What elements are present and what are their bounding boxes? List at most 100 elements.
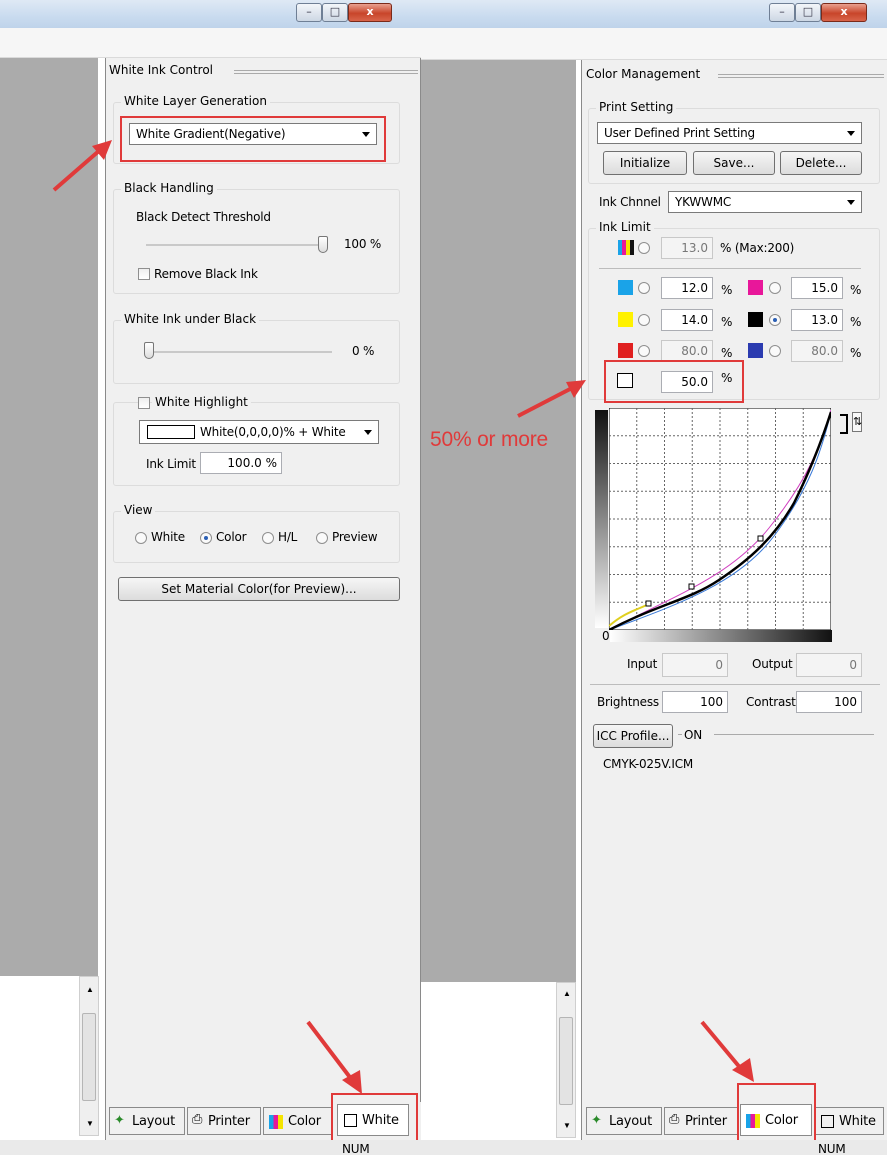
- scroll-thumb[interactable]: [82, 1013, 96, 1101]
- view-option-label: White: [151, 530, 185, 544]
- delete-button[interactable]: Delete...: [780, 151, 862, 175]
- view-color-radio[interactable]: [200, 532, 212, 544]
- minimize-button[interactable]: –: [296, 3, 322, 22]
- color-management-panel: Color Management Print Setting User Defi…: [581, 60, 887, 1140]
- view-hl-radio[interactable]: [262, 532, 274, 544]
- view-preview-radio[interactable]: [316, 532, 328, 544]
- white-tab-highlight: [331, 1093, 418, 1143]
- icc-rule: [714, 734, 874, 735]
- output-label: Output: [752, 657, 793, 671]
- printer-icon: ⎙: [669, 1112, 680, 1127]
- red-radio[interactable]: [638, 345, 650, 357]
- white-square-icon: [821, 1115, 834, 1128]
- white-layer-highlight: [120, 116, 386, 162]
- yellow-limit-field[interactable]: 14.0: [661, 309, 713, 331]
- cyan-limit-field[interactable]: 12.0: [661, 277, 713, 299]
- set-material-color-button[interactable]: Set Material Color(for Preview)...: [118, 577, 400, 601]
- close-button[interactable]: x: [821, 3, 867, 22]
- cyan-radio[interactable]: [638, 282, 650, 294]
- scroll-thumb[interactable]: [559, 1017, 573, 1105]
- menu-bar: [421, 28, 887, 60]
- vertical-scrollbar[interactable]: ▲ ▼: [556, 982, 576, 1138]
- icc-state: ON: [684, 728, 703, 742]
- link-curves-icon[interactable]: ⇅: [840, 410, 866, 440]
- color-bars-icon: [269, 1115, 283, 1129]
- threshold-slider-track[interactable]: [146, 244, 326, 246]
- pct-label: %: [721, 315, 733, 329]
- ink-channel-select[interactable]: YKWWMC: [668, 191, 862, 213]
- black-handling-legend: Black Handling: [121, 181, 217, 195]
- scroll-down-arrow[interactable]: ▼: [86, 1119, 94, 1128]
- threshold-value: 100 %: [344, 237, 382, 251]
- white-limit-highlight: [604, 360, 744, 403]
- brightness-field[interactable]: 100: [662, 691, 728, 713]
- black-swatch: [748, 312, 763, 327]
- pct-label: %: [850, 346, 862, 360]
- contrast-field[interactable]: 100: [796, 691, 862, 713]
- tab-layout[interactable]: ✦ Layout: [586, 1107, 662, 1135]
- input-value-field[interactable]: 0: [662, 653, 728, 677]
- right-status-num: NUM: [818, 1142, 846, 1156]
- ink-separator: [599, 268, 861, 269]
- chevron-down-icon: [847, 131, 855, 136]
- magenta-limit-field[interactable]: 15.0: [791, 277, 843, 299]
- scroll-down-arrow[interactable]: ▼: [563, 1121, 571, 1130]
- title-rule: [234, 70, 418, 74]
- icc-profile-button[interactable]: ICC Profile...: [593, 724, 673, 748]
- output-value-field[interactable]: 0: [796, 653, 862, 677]
- white-under-black-value: 0 %: [352, 344, 375, 358]
- total-ink-radio[interactable]: [638, 242, 650, 254]
- white-under-black-thumb[interactable]: [144, 342, 154, 359]
- arrow-to-white-layer: [52, 140, 112, 192]
- black-radio[interactable]: [769, 314, 781, 326]
- maximize-button[interactable]: □: [322, 3, 348, 22]
- minimize-button[interactable]: –: [769, 3, 795, 22]
- yellow-radio[interactable]: [638, 314, 650, 326]
- tone-curve-graph[interactable]: [609, 408, 831, 630]
- vertical-scrollbar[interactable]: ▲ ▼: [79, 976, 99, 1136]
- view-option-label: H/L: [278, 530, 298, 544]
- white-under-black-track[interactable]: [148, 351, 332, 353]
- icc-rule: [678, 734, 682, 735]
- initialize-button[interactable]: Initialize: [603, 151, 687, 175]
- pct-label: %: [850, 315, 862, 329]
- threshold-slider-thumb[interactable]: [318, 236, 328, 253]
- save-button[interactable]: Save...: [693, 151, 775, 175]
- white-swatch: [147, 425, 195, 439]
- white-highlight-select[interactable]: White(0,0,0,0)% + White: [139, 420, 379, 444]
- tab-color[interactable]: Color: [263, 1107, 333, 1135]
- white-highlight-label: White Highlight: [152, 395, 251, 409]
- maximize-button[interactable]: □: [795, 3, 821, 22]
- tab-printer[interactable]: ⎙ Printer: [187, 1107, 261, 1135]
- view-white-radio[interactable]: [135, 532, 147, 544]
- print-setting-select[interactable]: User Defined Print Setting: [597, 122, 862, 144]
- scroll-up-arrow[interactable]: ▲: [86, 985, 94, 994]
- blue-radio[interactable]: [769, 345, 781, 357]
- close-button[interactable]: x: [348, 3, 392, 22]
- remove-black-checkbox[interactable]: [138, 268, 150, 280]
- section-separator: [590, 684, 880, 685]
- view-option-label: Color: [216, 530, 247, 544]
- panel-title: Color Management: [583, 67, 704, 81]
- color-tab-highlight: [737, 1083, 816, 1143]
- blue-limit-field[interactable]: 80.0: [791, 340, 843, 362]
- magenta-swatch: [748, 280, 763, 295]
- red-swatch: [618, 343, 633, 358]
- highlight-ink-limit-field[interactable]: 100.0 %: [200, 452, 282, 474]
- title-rule: [718, 74, 884, 78]
- tab-white[interactable]: White: [814, 1107, 884, 1135]
- view-option-label: Preview: [332, 530, 378, 544]
- tab-printer[interactable]: ⎙ Printer: [664, 1107, 738, 1135]
- black-limit-field[interactable]: 13.0: [791, 309, 843, 331]
- arrow-to-color-tab: [700, 1020, 754, 1082]
- magenta-radio[interactable]: [769, 282, 781, 294]
- scroll-up-arrow[interactable]: ▲: [563, 989, 571, 998]
- white-highlight-checkbox[interactable]: [138, 397, 150, 409]
- chevron-down-icon: [364, 430, 372, 435]
- cyan-swatch: [618, 280, 633, 295]
- bracket-icon: [840, 414, 848, 434]
- menu-bar: [0, 28, 421, 58]
- total-ink-field[interactable]: 13.0: [661, 237, 713, 259]
- tab-layout[interactable]: ✦ Layout: [109, 1107, 185, 1135]
- red-limit-field[interactable]: 80.0: [661, 340, 713, 362]
